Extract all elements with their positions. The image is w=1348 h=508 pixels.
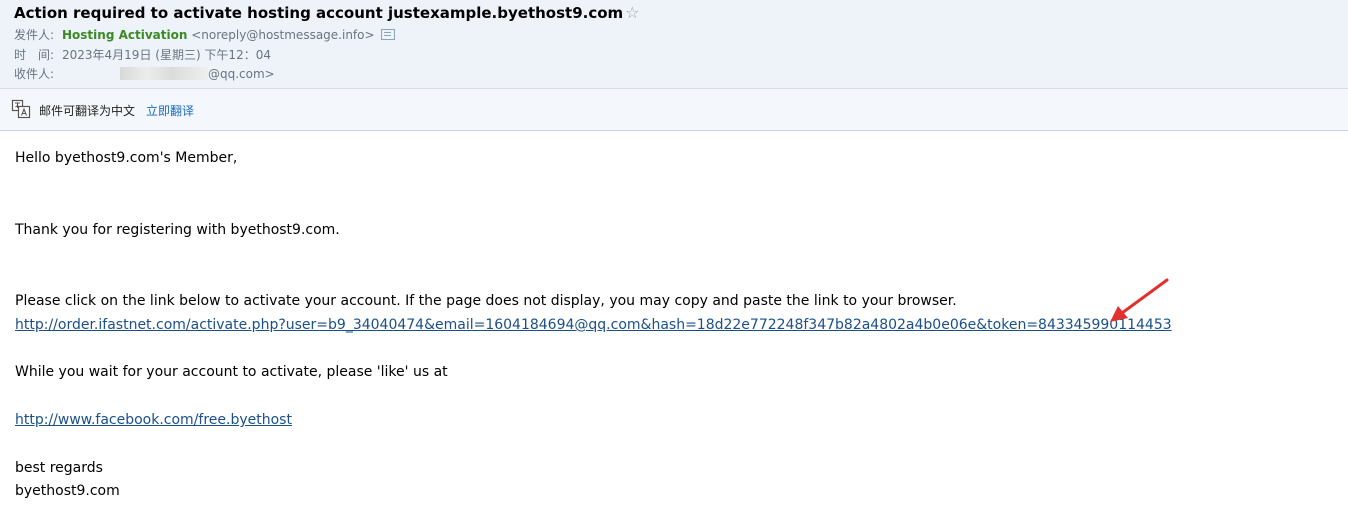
facebook-link[interactable]: http://www.facebook.com/free.byethost xyxy=(15,412,292,428)
translate-bar: 邮件可翻译为中文 立即翻译 xyxy=(0,89,1348,131)
subject-text: Action required to activate hosting acco… xyxy=(14,4,624,22)
recipient-address: @qq.com> xyxy=(208,67,275,81)
redacted-recipient xyxy=(120,67,208,80)
activation-link[interactable]: http://order.ifastnet.com/activate.php?u… xyxy=(15,317,1172,333)
translate-icon xyxy=(11,99,31,119)
thanks-text: Thank you for registering with byethost9… xyxy=(15,222,340,238)
time-row: 时 间: 2023年4月19日 (星期三) 下午12：04 xyxy=(14,47,271,63)
translate-now-link[interactable]: 立即翻译 xyxy=(146,102,194,119)
sender-name[interactable]: Hosting Activation xyxy=(62,28,187,42)
sender-address: <noreply@hostmessage.info> xyxy=(191,28,375,42)
red-arrow-annotation xyxy=(1110,278,1169,322)
time-value: 2023年4月19日 (星期三) 下午12：04 xyxy=(62,48,271,62)
to-label: 收件人: xyxy=(14,67,55,81)
star-icon[interactable]: ☆ xyxy=(625,3,639,22)
to-row: 收件人: @qq.com> xyxy=(14,66,275,82)
activation-link-row: http://order.ifastnet.com/activate.php?u… xyxy=(15,316,1172,334)
email-subject: Action required to activate hosting acco… xyxy=(14,3,640,23)
signature-text: byethost9.com xyxy=(15,483,120,499)
regards-text: best regards xyxy=(15,460,103,476)
greeting-text: Hello byethost9.com's Member, xyxy=(15,150,238,166)
contact-card-icon[interactable] xyxy=(380,29,395,40)
time-label: 时 间: xyxy=(14,48,55,62)
translate-prompt: 邮件可翻译为中文 xyxy=(39,104,136,118)
wait-text: While you wait for your account to activ… xyxy=(15,364,448,380)
instruction-text: Please click on the link below to activa… xyxy=(15,293,957,309)
email-header: Action required to activate hosting acco… xyxy=(0,0,1348,89)
from-label: 发件人: xyxy=(14,28,55,42)
from-row: 发件人: Hosting Activation <noreply@hostmess… xyxy=(14,27,395,43)
facebook-link-row: http://www.facebook.com/free.byethost xyxy=(15,411,292,429)
